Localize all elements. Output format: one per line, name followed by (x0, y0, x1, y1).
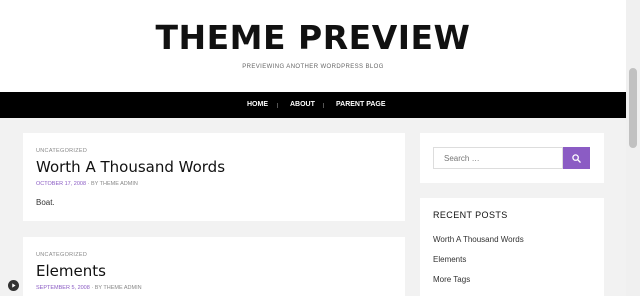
main-navigation: HOME ABOUT PARENT PAGE (0, 92, 626, 118)
post-meta: OCTOBER 17, 2008 · BY THEME ADMIN (36, 181, 138, 187)
post-title[interactable]: Worth A Thousand Words (36, 158, 225, 176)
post-category[interactable]: UNCATEGORIZED (36, 252, 87, 258)
search-icon (572, 153, 581, 163)
nav-separator (323, 103, 324, 108)
nav-separator (277, 103, 278, 108)
post-author[interactable]: BY THEME ADMIN (91, 181, 138, 187)
post-card: UNCATEGORIZED Worth A Thousand Words OCT… (23, 133, 405, 221)
recent-posts-widget: RECENT POSTS Worth A Thousand Words Elem… (420, 198, 604, 296)
post-author[interactable]: BY THEME ADMIN (95, 285, 142, 291)
post-category[interactable]: UNCATEGORIZED (36, 148, 87, 154)
search-widget (420, 133, 604, 183)
widget-title: RECENT POSTS (433, 210, 508, 220)
post-excerpt: Boat. (36, 198, 55, 207)
post-meta: SEPTEMBER 5, 2008 · BY THEME ADMIN (36, 285, 142, 291)
nav-item-parent-page[interactable]: PARENT PAGE (336, 92, 386, 118)
scrollbar-thumb[interactable] (629, 68, 637, 148)
recent-post-link[interactable]: More Tags (433, 275, 470, 284)
recent-post-link[interactable]: Worth A Thousand Words (433, 235, 524, 244)
site-header: THEME PREVIEW PREVIEWING ANOTHER WORDPRE… (0, 0, 626, 92)
search-input[interactable] (433, 147, 563, 169)
search-button[interactable] (563, 147, 590, 169)
page-scrollbar[interactable] (626, 0, 640, 296)
play-button[interactable] (8, 280, 19, 291)
post-date[interactable]: SEPTEMBER 5, 2008 (36, 285, 90, 291)
site-title[interactable]: THEME PREVIEW (0, 18, 626, 57)
post-title[interactable]: Elements (36, 262, 106, 280)
site-description: PREVIEWING ANOTHER WORDPRESS BLOG (242, 64, 384, 70)
nav-item-about[interactable]: ABOUT (290, 92, 315, 118)
recent-post-link[interactable]: Elements (433, 255, 466, 264)
post-card: UNCATEGORIZED Elements SEPTEMBER 5, 2008… (23, 237, 405, 296)
post-date[interactable]: OCTOBER 17, 2008 (36, 181, 86, 187)
nav-item-home[interactable]: HOME (247, 92, 268, 118)
play-icon (12, 283, 16, 288)
